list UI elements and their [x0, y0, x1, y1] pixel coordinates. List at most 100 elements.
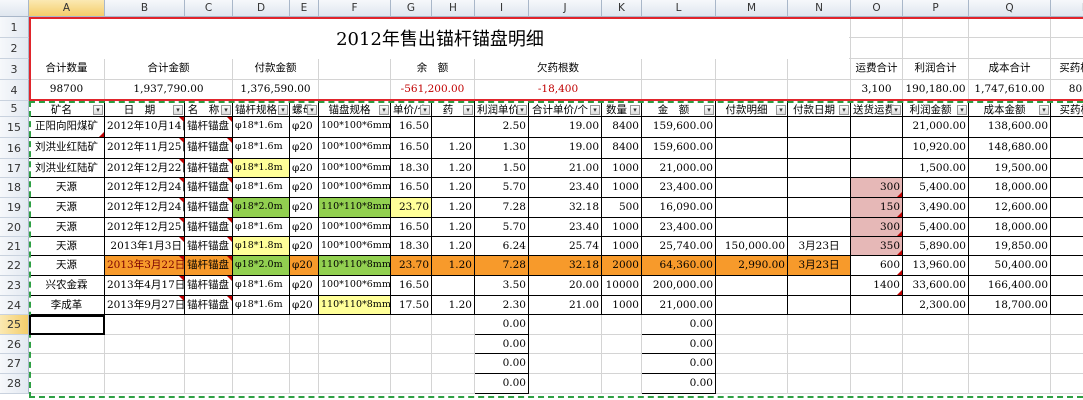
- cell-qty[interactable]: [602, 315, 642, 335]
- cell-buy-count[interactable]: 5: [1051, 178, 1083, 198]
- cell-medicine[interactable]: 1.20: [432, 296, 475, 315]
- cell-unit-price[interactable]: 16.50: [391, 138, 432, 159]
- row-header[interactable]: 24: [0, 296, 29, 315]
- cell-date[interactable]: 2013年4月17日: [105, 276, 185, 296]
- column-header-r[interactable]: R: [1051, 0, 1083, 17]
- cell-profit-amt[interactable]: [903, 374, 969, 394]
- cell-payment[interactable]: [716, 198, 788, 218]
- cell-buy-count[interactable]: [1051, 159, 1083, 178]
- cell-cost-amt[interactable]: 166,400.00: [969, 276, 1051, 296]
- cell-payment[interactable]: [716, 138, 788, 159]
- summary-label-d[interactable]: 付款金额: [233, 59, 319, 80]
- summary-label-q[interactable]: 成本合计: [969, 59, 1051, 80]
- cell-bolt-spec[interactable]: φ18*1.6m: [233, 276, 290, 296]
- cell-payment[interactable]: 150,000.00: [716, 237, 788, 256]
- cell-name[interactable]: 锚杆锚盘: [185, 256, 233, 276]
- cell-freight[interactable]: 350: [851, 237, 903, 256]
- cell-qty[interactable]: [602, 354, 642, 374]
- cell-amount[interactable]: 21,000.00: [642, 159, 716, 178]
- cell-pay-date[interactable]: [788, 117, 851, 138]
- cell-total-unit[interactable]: 25.74: [529, 237, 602, 256]
- cell-cost-amt[interactable]: 18,000.00: [969, 178, 1051, 198]
- cell-total-unit[interactable]: 19.00: [529, 138, 602, 159]
- cell-name[interactable]: [185, 315, 233, 335]
- cell-medicine[interactable]: 1.20: [432, 138, 475, 159]
- cell-total-unit[interactable]: 19.00: [529, 117, 602, 138]
- cell-buy-count[interactable]: 5: [1051, 256, 1083, 276]
- cell[interactable]: [642, 59, 716, 80]
- cell-cost-amt[interactable]: [969, 335, 1051, 354]
- summary-label-o[interactable]: 运费合计: [851, 59, 903, 80]
- header-2[interactable]: 名 称 ▾: [185, 101, 233, 117]
- cell-mine[interactable]: [29, 315, 105, 335]
- column-header-f[interactable]: F: [319, 0, 391, 17]
- cell-medicine[interactable]: 1.20: [432, 218, 475, 237]
- cell-unit-price[interactable]: 23.70: [391, 198, 432, 218]
- sheet-title[interactable]: 2012年售出锚杆锚盘明细: [31, 19, 849, 59]
- cell-name[interactable]: 锚杆锚盘: [185, 117, 233, 138]
- cell[interactable]: [319, 80, 391, 101]
- column-header-i[interactable]: I: [475, 0, 529, 17]
- header-11[interactable]: 金 额 ▾: [642, 101, 716, 117]
- cell-plate-spec[interactable]: 100*100*6mm: [319, 117, 391, 138]
- cell-qty[interactable]: [602, 374, 642, 394]
- cell-medicine[interactable]: [432, 374, 475, 394]
- cell-medicine[interactable]: 1.20: [432, 256, 475, 276]
- cell-nut[interactable]: φ20: [290, 159, 319, 178]
- cell-unit-price[interactable]: 18.30: [391, 237, 432, 256]
- cell-name[interactable]: 锚杆锚盘: [185, 237, 233, 256]
- filter-dropdown-icon[interactable]: ▾: [957, 105, 967, 115]
- cell-unit-price[interactable]: 16.50: [391, 276, 432, 296]
- cell-plate-spec[interactable]: 100*100*6mm: [319, 237, 391, 256]
- cell-cost-amt[interactable]: 19,500.00: [969, 159, 1051, 178]
- cell-plate-spec[interactable]: 110*110*8mm: [319, 296, 391, 315]
- cell[interactable]: [788, 59, 851, 80]
- filter-dropdown-icon[interactable]: ▾: [93, 105, 103, 115]
- cell-payment[interactable]: [716, 178, 788, 198]
- cell-amount[interactable]: 0.00: [642, 315, 716, 335]
- cell-name[interactable]: [185, 335, 233, 354]
- cell-unit-price[interactable]: 16.50: [391, 117, 432, 138]
- header-0[interactable]: 矿名 ▾: [29, 101, 105, 117]
- cell-name[interactable]: [185, 354, 233, 374]
- cell-date[interactable]: [105, 354, 185, 374]
- cell-amount[interactable]: 25,740.00: [642, 237, 716, 256]
- cell-pay-date[interactable]: [788, 354, 851, 374]
- column-header-j[interactable]: J: [529, 0, 602, 17]
- cell-total-unit[interactable]: 32.18: [529, 198, 602, 218]
- filter-dropdown-icon[interactable]: ▾: [776, 105, 786, 115]
- cell-freight[interactable]: 600: [851, 256, 903, 276]
- summary-value-r[interactable]: 80300: [1051, 80, 1083, 101]
- filter-dropdown-icon[interactable]: ▾: [517, 105, 527, 115]
- cell-bolt-spec[interactable]: φ18*1.8m: [233, 237, 290, 256]
- cell-bolt-spec[interactable]: [233, 354, 290, 374]
- summary-value-q[interactable]: 1,747,610.00: [969, 80, 1051, 101]
- cell-pay-date[interactable]: [788, 374, 851, 394]
- filter-dropdown-icon[interactable]: ▾: [379, 105, 389, 115]
- cell-amount[interactable]: 23,400.00: [642, 218, 716, 237]
- column-header-c[interactable]: C: [185, 0, 233, 17]
- cell-buy-count[interactable]: 9: [1051, 138, 1083, 159]
- cell-profit-unit[interactable]: 5.70: [475, 178, 529, 198]
- row-header[interactable]: 27: [0, 354, 29, 374]
- summary-label-r[interactable]: 买药根数合: [1051, 59, 1083, 80]
- cell-qty[interactable]: 1000: [602, 178, 642, 198]
- cell-medicine[interactable]: 1.20: [432, 237, 475, 256]
- column-header-l[interactable]: L: [642, 0, 716, 17]
- cell-unit-price[interactable]: 16.50: [391, 218, 432, 237]
- cell-pay-date[interactable]: [788, 276, 851, 296]
- cell-total-unit[interactable]: 21.00: [529, 296, 602, 315]
- row-header[interactable]: 17: [0, 159, 29, 178]
- header-14[interactable]: 送货运费 ▾: [851, 101, 903, 117]
- cell-bolt-spec[interactable]: φ18*1.8m: [233, 159, 290, 178]
- cell-cost-amt[interactable]: [969, 354, 1051, 374]
- cell-plate-spec[interactable]: [319, 374, 391, 394]
- cell-date[interactable]: 2012年12月22日: [105, 159, 185, 178]
- cell-cost-amt[interactable]: 19,850.00: [969, 237, 1051, 256]
- cell-profit-unit[interactable]: 0.00: [475, 315, 529, 335]
- cell-total-unit[interactable]: 21.00: [529, 159, 602, 178]
- spreadsheet-grid[interactable]: ABCDEFGHIJKLMNOPQR1234515161718192021222…: [0, 0, 1083, 400]
- cell[interactable]: [788, 80, 851, 101]
- cell-unit-price[interactable]: 18.30: [391, 159, 432, 178]
- cell-medicine[interactable]: [432, 354, 475, 374]
